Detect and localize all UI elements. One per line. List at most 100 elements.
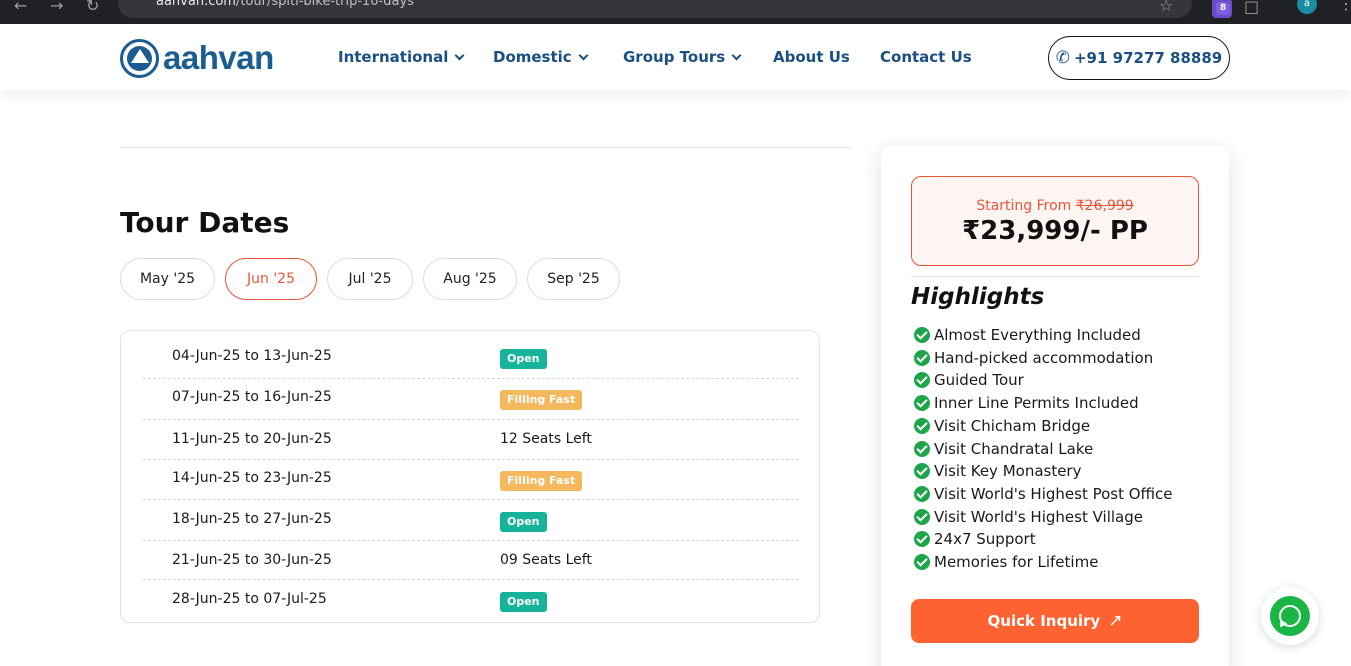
date-range: 11-Jun-25 to 20-Jun-25 bbox=[172, 431, 332, 447]
bookmark-star-icon[interactable]: ☆ bbox=[1159, 0, 1173, 15]
date-row[interactable]: 11-Jun-25 to 20-Jun-25 12 Seats Left bbox=[143, 420, 799, 460]
nav-international[interactable]: International bbox=[338, 48, 465, 66]
highlight-item: Visit Chicham Bridge bbox=[914, 416, 1090, 436]
status-badge-filling-fast: Filling Fast bbox=[500, 390, 583, 410]
browser-toolbar: ← → ↻ aahvan.com/tour/spiti-bike-trip-10… bbox=[0, 0, 1351, 24]
month-tab-may[interactable]: May '25 bbox=[120, 258, 215, 300]
starting-from-text: Starting From ₹26,999 bbox=[912, 198, 1198, 214]
nav-group-tours[interactable]: Group Tours bbox=[623, 48, 742, 66]
highlight-text: Visit World's Highest Post Office bbox=[934, 485, 1173, 503]
check-circle-icon bbox=[914, 486, 930, 502]
highlight-item: Visit Chandratal Lake bbox=[914, 439, 1093, 459]
chevron-down-icon bbox=[731, 50, 742, 60]
profile-avatar[interactable]: a bbox=[1297, 0, 1317, 14]
phone-button[interactable]: ✆ +91 97277 88889 bbox=[1048, 36, 1230, 80]
quick-inquiry-button[interactable]: Quick Inquiry ↗ bbox=[911, 599, 1199, 643]
status-badge-filling-fast: Filling Fast bbox=[500, 471, 583, 491]
highlight-text: 24x7 Support bbox=[934, 530, 1036, 548]
site-header: aahvan International Domestic Group Tour… bbox=[0, 24, 1351, 90]
nav-label: Contact Us bbox=[880, 48, 972, 66]
highlight-item: Almost Everything Included bbox=[914, 325, 1141, 345]
date-range: 28-Jun-25 to 07-Jul-25 bbox=[172, 591, 327, 607]
highlight-text: Visit Key Monastery bbox=[934, 462, 1082, 480]
highlight-item: Inner Line Permits Included bbox=[914, 393, 1139, 413]
status-badge-open: Open bbox=[500, 592, 547, 612]
date-row[interactable]: 07-Jun-25 to 16-Jun-25 Filling Fast bbox=[143, 379, 799, 420]
whatsapp-button[interactable] bbox=[1261, 587, 1319, 645]
url-path: /tour/spiti-bike-trip-10-days bbox=[235, 0, 414, 9]
date-row[interactable]: 21-Jun-25 to 30-Jun-25 09 Seats Left bbox=[143, 541, 799, 580]
highlight-item: Visit World's Highest Village bbox=[914, 507, 1143, 527]
date-range: 04-Jun-25 to 13-Jun-25 bbox=[172, 348, 332, 364]
highlight-text: Inner Line Permits Included bbox=[934, 394, 1139, 412]
chevron-down-icon bbox=[578, 50, 589, 60]
date-range: 21-Jun-25 to 30-Jun-25 bbox=[172, 552, 332, 568]
highlight-text: Almost Everything Included bbox=[934, 326, 1141, 344]
check-circle-icon bbox=[914, 441, 930, 457]
quick-inquiry-label: Quick Inquiry bbox=[987, 612, 1101, 630]
section-divider bbox=[120, 147, 851, 148]
nav-contact-us[interactable]: Contact Us bbox=[880, 48, 972, 66]
status-badge-open: Open bbox=[500, 349, 547, 369]
check-circle-icon bbox=[914, 418, 930, 434]
date-range: 14-Jun-25 to 23-Jun-25 bbox=[172, 470, 332, 486]
check-circle-icon bbox=[914, 372, 930, 388]
phone-number: +91 97277 88889 bbox=[1073, 49, 1223, 67]
date-row[interactable]: 28-Jun-25 to 07-Jul-25 Open bbox=[143, 580, 799, 622]
nav-label: About Us bbox=[773, 48, 850, 66]
date-range: 18-Jun-25 to 27-Jun-25 bbox=[172, 511, 332, 527]
month-tab-jul[interactable]: Jul '25 bbox=[327, 258, 413, 300]
current-price: ₹23,999/- PP bbox=[962, 216, 1148, 246]
seats-left-text: 09 Seats Left bbox=[500, 552, 592, 568]
date-row[interactable]: 14-Jun-25 to 23-Jun-25 Filling Fast bbox=[143, 460, 799, 500]
logo-text: aahvan bbox=[163, 39, 274, 76]
extensions-puzzle-icon[interactable]: □ bbox=[1244, 0, 1259, 16]
nav-label: Domestic bbox=[493, 48, 572, 66]
date-range: 07-Jun-25 to 16-Jun-25 bbox=[172, 389, 332, 405]
price-box: Starting From ₹26,999 ₹23,999/- PP bbox=[911, 176, 1199, 266]
month-tab-jun[interactable]: Jun '25 bbox=[225, 258, 317, 300]
reload-icon[interactable]: ↻ bbox=[86, 0, 99, 14]
url-host: aahvan.com bbox=[156, 0, 236, 9]
seats-left-text: 12 Seats Left bbox=[500, 431, 592, 447]
nav-label: International bbox=[338, 48, 449, 66]
highlight-item: Memories for Lifetime bbox=[914, 552, 1098, 572]
highlight-text: Visit World's Highest Village bbox=[934, 508, 1143, 526]
check-circle-icon bbox=[914, 395, 930, 411]
nav-domestic[interactable]: Domestic bbox=[493, 48, 589, 66]
extension-badge: 8 bbox=[1216, 2, 1230, 15]
month-tab-sep[interactable]: Sep '25 bbox=[527, 258, 620, 300]
site-logo[interactable]: aahvan bbox=[120, 38, 274, 78]
chevron-down-icon bbox=[454, 50, 465, 60]
highlight-text: Visit Chandratal Lake bbox=[934, 440, 1094, 458]
tour-dates-title: Tour Dates bbox=[120, 206, 290, 239]
highlight-text: Visit Chicham Bridge bbox=[934, 417, 1091, 435]
url-text[interactable]: aahvan.com/tour/spiti-bike-trip-10-days bbox=[156, 0, 414, 9]
browser-menu-icon[interactable]: ⋮ bbox=[1338, 0, 1351, 13]
original-price: ₹26,999 bbox=[1075, 198, 1134, 214]
highlight-item: Guided Tour bbox=[914, 370, 1024, 390]
date-row[interactable]: 18-Jun-25 to 27-Jun-25 Open bbox=[143, 500, 799, 541]
phone-icon: ✆ bbox=[1055, 48, 1070, 68]
highlight-text: Hand-picked accommodation bbox=[934, 349, 1154, 367]
check-circle-icon bbox=[914, 509, 930, 525]
nav-label: Group Tours bbox=[623, 48, 726, 66]
highlight-item: 24x7 Support bbox=[914, 529, 1036, 549]
forward-icon[interactable]: → bbox=[50, 0, 63, 14]
highlight-text: Guided Tour bbox=[934, 371, 1024, 389]
back-icon[interactable]: ← bbox=[14, 0, 27, 14]
check-circle-icon bbox=[914, 554, 930, 570]
highlight-item: Hand-picked accommodation bbox=[914, 348, 1153, 368]
starting-label: Starting From bbox=[976, 198, 1072, 214]
tour-dates-table: 04-Jun-25 to 13-Jun-25 Open 07-Jun-25 to… bbox=[120, 330, 820, 623]
check-circle-icon bbox=[914, 463, 930, 479]
nav-about-us[interactable]: About Us bbox=[773, 48, 850, 66]
logo-compass-icon bbox=[120, 38, 159, 78]
date-row[interactable]: 04-Jun-25 to 13-Jun-25 Open bbox=[143, 331, 799, 379]
highlights-title: Highlights bbox=[911, 284, 1045, 310]
check-circle-icon bbox=[914, 350, 930, 366]
month-tab-aug[interactable]: Aug '25 bbox=[423, 258, 517, 300]
check-circle-icon bbox=[914, 531, 930, 547]
whatsapp-icon bbox=[1270, 596, 1310, 636]
highlight-item: Visit World's Highest Post Office bbox=[914, 484, 1173, 504]
